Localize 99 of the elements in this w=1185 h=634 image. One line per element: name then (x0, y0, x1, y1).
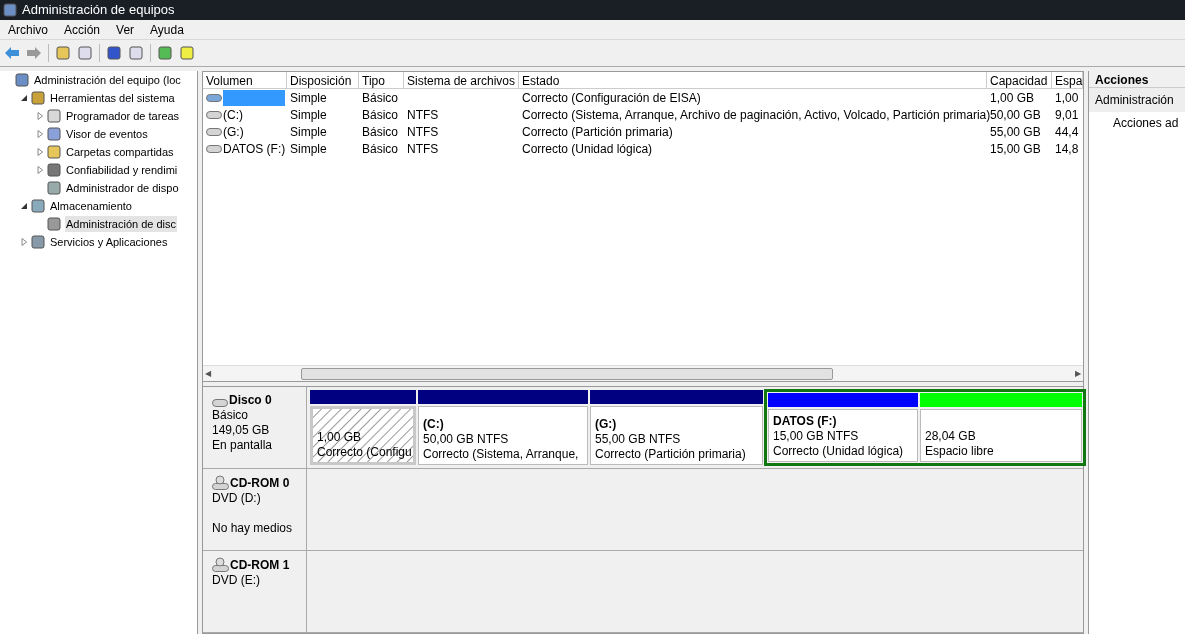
expand-arrow-icon[interactable] (36, 148, 44, 156)
selection-highlight[interactable] (223, 89, 285, 106)
menu-item[interactable]: Ayuda (142, 20, 192, 39)
tree-item[interactable]: Carpetas compartidas (65, 143, 175, 161)
back-arrow-icon[interactable] (4, 46, 20, 60)
table-cell-text: 44,4 (1055, 123, 1079, 141)
partition-block[interactable]: DATOS (F:) 15,00 GB NTFS Correcto (Unidad lógica) (768, 409, 918, 462)
actions-item[interactable]: Acciones ad (1089, 112, 1185, 134)
table-cell-text: 55,00 GB (990, 123, 1041, 141)
column-header[interactable]: Sistema de archivos (404, 72, 519, 88)
table-cell-text: 1,00 GB (990, 89, 1035, 107)
partition-title: DATOS (F:) (773, 414, 838, 429)
partition-status: Correcto (Sistema, Arranque, (423, 447, 580, 462)
table-cell-text: Básico (362, 140, 399, 158)
table-cell-text: Simple (290, 106, 327, 124)
table-cell-text: Simple (290, 89, 327, 107)
collapse-arrow-icon[interactable] (20, 94, 28, 102)
expand-arrow-icon[interactable] (36, 112, 44, 120)
table-cell-text: Correcto (Partición primaria) (522, 123, 673, 141)
partition-title: (G:) (595, 417, 618, 432)
partition-title: (C:) (423, 417, 445, 432)
actions-section[interactable]: Administración (1089, 88, 1185, 112)
partition-size: 15,00 GB NTFS (773, 429, 860, 444)
partition-size: 28,04 GB (925, 429, 977, 444)
table-cell-text: NTFS (407, 106, 439, 124)
horizontal-scrollbar[interactable]: ◀ ▶ (203, 365, 1083, 382)
scroll-left-button[interactable]: ◀ (205, 367, 211, 380)
expand-arrow-icon[interactable] (36, 166, 44, 174)
tree-item[interactable]: Administración del equipo (loc (33, 71, 182, 89)
table-cell-text: Básico (362, 89, 399, 107)
partition-status: Espacio libre (925, 444, 995, 459)
tree-item[interactable]: Administración de disc (65, 215, 178, 233)
table-cell[interactable]: (C:) (223, 105, 243, 124)
table-cell-text: Correcto (Unidad lógica) (522, 140, 653, 158)
column-header[interactable]: Espa (1052, 72, 1083, 88)
table-cell[interactable]: DATOS (F:) (223, 139, 286, 158)
window-title: Administración de equipos (22, 1, 175, 20)
collapse-arrow-icon[interactable] (20, 202, 28, 210)
drive-icon (212, 398, 228, 408)
table-cell-text: 14,8 (1055, 140, 1079, 158)
disk-info: Básico (212, 408, 250, 423)
partition-status: Correcto (Configu (317, 445, 409, 460)
disk-name: CD-ROM 1 (230, 558, 290, 573)
partition-size: 55,00 GB NTFS (595, 432, 682, 447)
tree-item[interactable]: Visor de eventos (65, 125, 149, 143)
disk-info: 149,05 GB (212, 423, 271, 438)
tree-item[interactable]: Almacenamiento (49, 197, 133, 215)
partition-size: 50,00 GB NTFS (423, 432, 510, 447)
tree-item[interactable]: Confiabilidad y rendimi (65, 161, 179, 179)
tree-item[interactable]: Administrador de dispo (65, 179, 180, 197)
cd-drive-icon (212, 475, 229, 491)
table-cell-text: NTFS (407, 140, 439, 158)
menu-item[interactable]: Archivo (0, 20, 56, 39)
partition-block[interactable]: (C:) 50,00 GB NTFS Correcto (Sistema, Arranque, (418, 406, 588, 465)
cd-drive-icon (212, 557, 229, 573)
tree-item[interactable]: Servicios y Aplicaciones (49, 233, 169, 251)
disk-info: En pantalla (212, 438, 274, 453)
expand-arrow-icon[interactable] (20, 238, 28, 246)
table-cell-text: 15,00 GB (990, 140, 1041, 158)
table-cell-text: 50,00 GB (990, 106, 1041, 124)
forward-arrow-icon[interactable] (26, 46, 42, 60)
partition-status: Correcto (Partición primaria) (595, 447, 747, 462)
actions-header: Acciones (1089, 71, 1185, 88)
scroll-right-button[interactable]: ▶ (1075, 367, 1081, 380)
table-cell-text: NTFS (407, 123, 439, 141)
disk-info: No hay medios (212, 521, 294, 536)
column-header[interactable]: Disposición (287, 72, 359, 88)
tree-item[interactable]: Herramientas del sistema (49, 89, 176, 107)
partition-block[interactable]: 1,00 GB Correcto (Configu (310, 406, 416, 465)
drive-icon (206, 92, 222, 103)
menu-item[interactable]: Acción (56, 20, 109, 39)
disk-name: CD-ROM 0 (230, 476, 290, 491)
disk-info: DVD (E:) (212, 573, 261, 588)
disk-info: DVD (D:) (212, 491, 262, 506)
column-header[interactable]: Estado (519, 72, 987, 88)
disk-name: Disco 0 (229, 393, 272, 408)
table-cell-text: Correcto (Sistema, Arranque, Archivo de paginación, Activo, Volcado, Partición primaria) (522, 106, 991, 124)
table-cell-text: Básico (362, 123, 399, 141)
tree-item[interactable]: Programador de tareas (65, 107, 181, 125)
partition-status: Correcto (Unidad lógica) (773, 444, 905, 459)
column-header[interactable]: Volumen (203, 72, 287, 88)
drive-icon (206, 143, 222, 154)
partition-block[interactable]: 28,04 GB Espacio libre (920, 409, 1082, 462)
drive-icon (206, 126, 222, 137)
menu-item[interactable]: Ver (108, 20, 143, 39)
table-cell-text: Básico (362, 106, 399, 124)
table-cell-text: Correcto (Configuración de EISA) (522, 89, 701, 107)
expand-arrow-icon[interactable] (36, 130, 44, 138)
extended-partition[interactable]: DATOS (F:) 15,00 GB NTFS Correcto (Unidad lógica) 28,04 GB Espacio libre (764, 389, 1086, 466)
partition-block[interactable]: (G:) 55,00 GB NTFS Correcto (Partición primaria) (590, 406, 763, 465)
table-cell[interactable]: (G:) (223, 122, 244, 141)
table-cell-text: 1,00 (1055, 89, 1079, 107)
table-cell-text: 9,01 (1055, 106, 1079, 124)
table-cell-text: Simple (290, 140, 327, 158)
column-header[interactable]: Capacidad (987, 72, 1052, 88)
table-cell-text: Simple (290, 123, 327, 141)
drive-icon (206, 109, 222, 120)
column-header[interactable]: Tipo (359, 72, 404, 88)
partition-size: 1,00 GB (317, 430, 363, 445)
